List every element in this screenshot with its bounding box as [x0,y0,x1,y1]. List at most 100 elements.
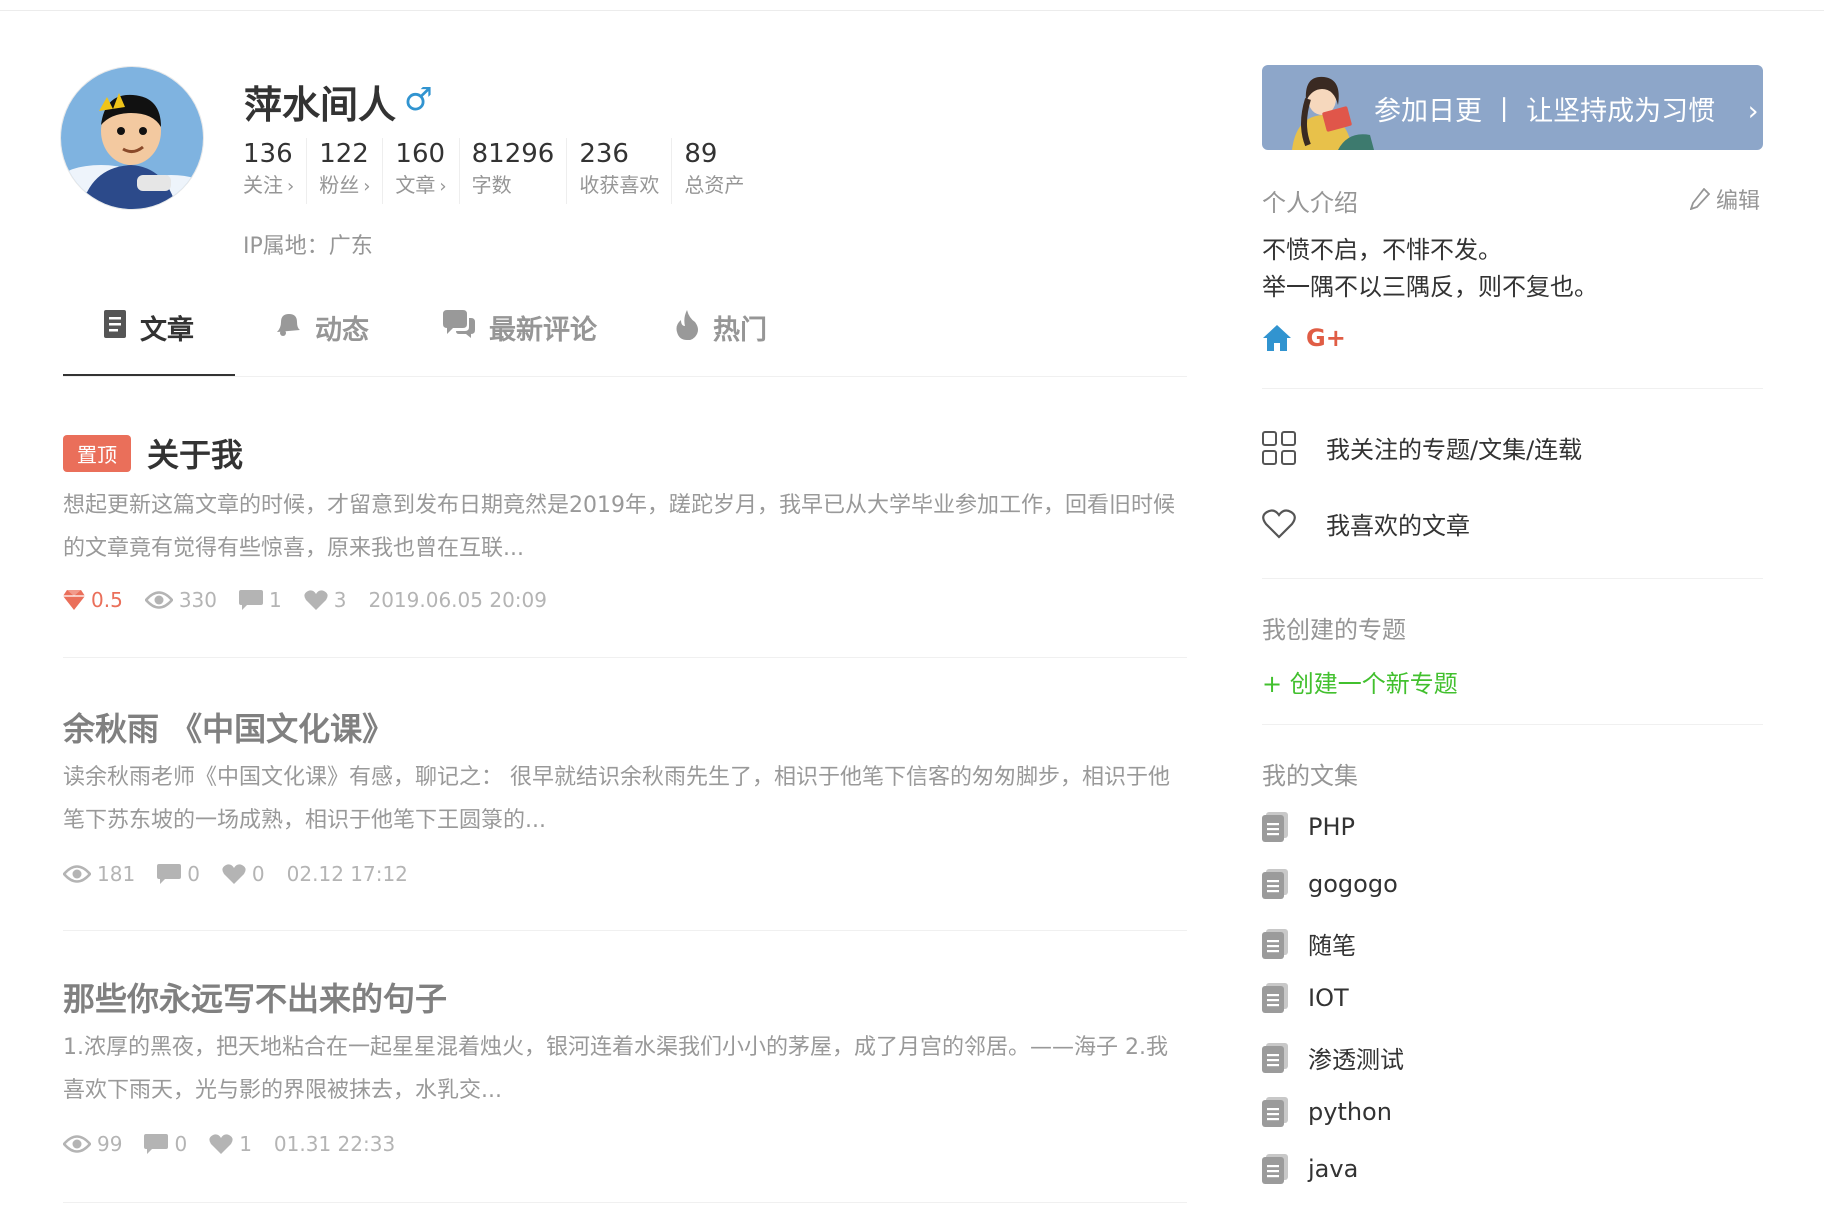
notebook-item[interactable]: PHP [1262,812,1355,842]
fire-icon [676,310,698,340]
content-tabs: 文章 动态 最新评论 热门 [63,308,1187,377]
liked-articles-link[interactable]: 我喜欢的文章 [1262,506,1470,541]
article-abstract: 1.浓厚的黑夜，把天地粘合在一起星星混着烛火，银河连着水渠我们小小的茅屋，成了月… [63,1035,1168,1103]
comments-stat[interactable]: 0 [157,862,200,886]
likes-stat: 1 [209,1132,252,1156]
daily-writing-banner[interactable]: 参加日更 丨 让坚持成为习惯 › [1262,65,1763,150]
likes-count: 3 [333,588,347,612]
comments-count: 0 [174,1132,188,1156]
link-label: 我喜欢的文章 [1326,512,1470,540]
stat-label: 文章 [395,173,436,197]
followed-collections-link[interactable]: 我关注的专题/文集/连载 [1262,430,1582,465]
tab-label: 文章 [140,315,194,346]
article-time: 2019.06.05 20:09 [368,588,547,612]
banner-text: 参加日更 丨 让坚持成为习惯 › [1374,89,1759,128]
notebook-item[interactable]: 随笔 [1262,926,1356,961]
bell-icon [277,314,300,336]
male-icon: ♂ [404,80,433,118]
notebook-label: gogogo [1308,870,1398,898]
pencil-icon [1690,188,1710,210]
stat-label: 关注 [243,173,283,197]
tab-articles[interactable]: 文章 [63,308,235,376]
notebook-item[interactable]: python [1262,1097,1392,1127]
article-meta: 0.5 330 1 3 2019.06.05 20:09 [63,588,569,612]
profile-name: 萍水间人 [244,83,397,127]
divider [1262,388,1763,389]
tab-latest-comments[interactable]: 最新评论 [443,308,597,374]
comments-stat[interactable]: 0 [144,1132,187,1156]
tab-hot[interactable]: 热门 [675,308,767,374]
views-stat: 181 [63,862,135,886]
notebook-label: java [1308,1155,1359,1183]
notebooks-heading: 我的文集 [1262,762,1358,790]
notebook-icon [1262,1154,1288,1184]
heart-outline-icon [1262,508,1296,539]
notebook-icon [1262,983,1288,1013]
avatar[interactable] [60,66,204,210]
social-links: G+ [1262,324,1346,352]
tab-activity[interactable]: 动态 [273,308,369,374]
heart-icon [222,864,246,884]
document-icon [104,310,126,338]
diamond-value: 0.5 [91,588,123,612]
pinned-badge: 置顶 [63,434,131,472]
article-item: 那些你永远写不出来的句子 1.浓厚的黑夜，把天地粘合在一起星星混着烛火，银河连着… [63,930,1187,1203]
article-title[interactable]: 那些你永远写不出来的句子 [63,974,447,1020]
comment-icon [157,864,182,884]
notebook-label: IOT [1308,984,1349,1012]
stat-following[interactable]: 136 关注 › [243,138,308,204]
stat-words: 81296 字数 [472,138,568,204]
notebook-item[interactable]: gogogo [1262,869,1398,899]
diamond-stat: 0.5 [63,588,123,612]
article-abstract: 想起更新这篇文章的时候，才留意到发布日期竟然是2019年，蹉跎岁月，我早已从大学… [63,493,1175,561]
article-meta: 99 0 1 01.31 22:33 [63,1132,417,1156]
intro-text: 不愤不启，不悱不发。 举一隅不以三隅反，则不复也。 [1262,232,1598,306]
comments-count: 0 [187,862,200,886]
notebook-icon [1262,869,1288,899]
article-meta: 181 0 0 02.12 17:12 [63,862,430,886]
article-item: 余秋雨 《中国文化课》 读余秋雨老师《中国文化课》有感，聊记之： 很早就结识余秋… [63,658,1187,931]
stat-label: 收获喜欢 [579,173,660,197]
views-stat: 330 [144,588,217,612]
eye-icon [63,865,91,883]
likes-count: 0 [251,862,265,886]
link-label: 我关注的专题/文集/连载 [1326,436,1583,464]
divider [1262,578,1763,579]
article-title[interactable]: 余秋雨 《中国文化课》 [63,704,394,750]
stat-likes-received: 236 收获喜欢 [579,138,673,204]
comment-icon [239,590,263,610]
comments-stat[interactable]: 1 [239,588,282,612]
notebook-icon [1262,812,1288,842]
stat-followers[interactable]: 122 粉丝 › [319,138,384,204]
notebook-item[interactable]: 渗透测试 [1262,1040,1404,1075]
stat-value: 122 [319,139,369,169]
edit-intro-button[interactable]: 编辑 [1690,183,1760,215]
create-collection-link[interactable]: + 创建一个新专题 [1262,664,1458,699]
reading-girl-illustration [1292,76,1374,150]
stat-value: 89 [684,139,718,169]
google-plus-icon[interactable]: G+ [1306,324,1346,352]
ip-location: IP属地：广东 [243,234,373,259]
intro-heading: 个人介绍 [1262,189,1358,217]
likes-count: 1 [239,1132,252,1156]
article-title[interactable]: 置顶 关于我 [63,430,243,476]
heart-icon [209,1134,233,1154]
comments-count: 1 [269,588,282,612]
likes-stat: 0 [222,862,265,886]
stat-value: 136 [243,139,293,169]
diamond-icon [63,590,85,610]
heart-icon [304,590,328,610]
stat-articles[interactable]: 160 文章 › [395,138,460,204]
eye-icon [144,591,173,609]
notebook-item[interactable]: java [1262,1154,1358,1184]
comment-icon [144,1134,169,1154]
eye-icon [63,1135,91,1153]
stat-label: 字数 [471,173,512,197]
notebook-item[interactable]: IOT [1262,983,1349,1013]
home-icon[interactable] [1262,324,1292,352]
banner-label: 参加日更 丨 让坚持成为习惯 [1374,96,1716,127]
tab-label: 最新评论 [489,315,597,346]
notebook-label: 渗透测试 [1308,1046,1404,1074]
edit-label: 编辑 [1716,189,1761,214]
notebook-icon [1262,1042,1288,1073]
